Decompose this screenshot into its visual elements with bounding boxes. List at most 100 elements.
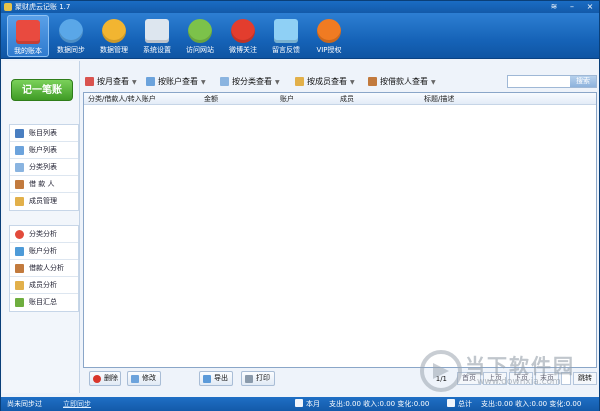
- column-header-3[interactable]: 成员: [340, 93, 354, 105]
- records-table: 分类/借款人/转入账户 金额 账户 成员 标题/描述: [83, 92, 597, 368]
- total-summary: 总计: [447, 397, 472, 411]
- filter-button-2[interactable]: 按分类查看 ▼: [220, 75, 280, 88]
- borrower-icon: [368, 77, 377, 86]
- column-header-2[interactable]: 账户: [280, 93, 294, 105]
- export-icon: [203, 375, 211, 383]
- toolbar-button-label: 留言反馈: [272, 46, 300, 54]
- sidebar-item-label: 成员管理: [29, 197, 57, 205]
- globe-icon: [188, 19, 212, 43]
- toolbar-button-4[interactable]: 访问网站: [179, 15, 221, 57]
- sidebar-item-summary[interactable]: 账目汇总: [10, 294, 78, 311]
- print-icon: [245, 375, 253, 383]
- filter-button-0[interactable]: 按月查看 ▼: [85, 75, 137, 88]
- month-label: 本月: [306, 400, 320, 408]
- sidebar-item-label: 分类分析: [29, 230, 57, 238]
- sidebar-item-account-analysis[interactable]: 账户分析: [10, 243, 78, 260]
- sidebar-item-label: 账户列表: [29, 146, 57, 154]
- calendar-icon: [295, 399, 303, 407]
- sidebar-item-label: 分类列表: [29, 163, 57, 171]
- sidebar: 记一笔账 账目列表账户列表分类列表借 款 人成员管理 分类分析账户分析借款人分析…: [3, 61, 80, 393]
- sync-icon: [59, 19, 83, 43]
- wifi-icon[interactable]: ≋: [549, 1, 559, 13]
- close-icon[interactable]: ×: [585, 1, 595, 13]
- toolbar-button-label: 数据管理: [100, 46, 128, 54]
- new-entry-button[interactable]: 记一笔账: [11, 79, 73, 101]
- edit-icon: [131, 375, 139, 383]
- sync-now-link[interactable]: 立即同步: [63, 397, 91, 411]
- total-stats: 支出:0.00 收入:0.00 变化:0.00: [481, 400, 582, 408]
- filter-label: 按账户查看: [158, 77, 198, 86]
- app-window: 聚财虎云记账 1.7 ≋ – × 我的账本 数据同步 数据管理 系统设置 访问网站 微博关…: [0, 0, 600, 411]
- minimize-icon[interactable]: –: [567, 1, 577, 13]
- print-label: 打印: [256, 374, 270, 382]
- toolbar-button-2[interactable]: 数据管理: [93, 15, 135, 57]
- message-icon: [274, 19, 298, 43]
- sync-status-text: 尚未同步过: [7, 400, 42, 408]
- category-icon: [220, 77, 229, 86]
- sidebar-item-member-analysis[interactable]: 成员分析: [10, 277, 78, 294]
- export-label: 导出: [214, 374, 228, 382]
- sidebar-item-borrower-analysis[interactable]: 借款人分析: [10, 260, 78, 277]
- print-button[interactable]: 打印: [241, 371, 275, 386]
- summary-icon: [447, 399, 455, 407]
- toolbar-button-label: 数据同步: [57, 46, 85, 54]
- column-header-0[interactable]: 分类/借款人/转入账户: [88, 93, 156, 105]
- title-bar: 聚财虎云记账 1.7 ≋ – ×: [1, 1, 599, 13]
- category-icon: [15, 163, 24, 172]
- watermark: 当下软件园 www.downxia.com: [419, 347, 589, 395]
- watermark-text: 当下软件园: [465, 354, 575, 378]
- gear-icon: [145, 19, 169, 43]
- sidebar-item-category[interactable]: 分类列表: [10, 159, 78, 176]
- sidebar-group-analysis: 分类分析账户分析借款人分析成员分析账目汇总: [9, 225, 79, 312]
- filter-label: 按分类查看: [232, 77, 272, 86]
- main-panel: 搜索 按月查看 ▼ 按账户查看 ▼ 按分类查看 ▼ 按成员查看 ▼ 按借款人查看 ▼ 分类/借款人…: [83, 61, 597, 393]
- toolbar-button-5[interactable]: 微博关注: [222, 15, 264, 57]
- status-bar: 尚未同步过 立即同步 本月 支出:0.00 收入:0.00 变化:0.00 总计…: [1, 397, 599, 411]
- sidebar-item-label: 账目汇总: [29, 298, 57, 306]
- edit-button[interactable]: 修改: [127, 371, 161, 386]
- column-header-4[interactable]: 标题/描述: [424, 93, 454, 105]
- sidebar-item-member[interactable]: 成员管理: [10, 193, 78, 210]
- borrower-analysis-icon: [15, 264, 24, 273]
- filter-button-3[interactable]: 按成员查看 ▼: [295, 75, 355, 88]
- toolbar-button-3[interactable]: 系统设置: [136, 15, 178, 57]
- sidebar-item-borrower[interactable]: 借 款 人: [10, 176, 78, 193]
- edit-label: 修改: [142, 374, 156, 382]
- delete-button[interactable]: 删除: [89, 371, 121, 386]
- table-header: 分类/借款人/转入账户 金额 账户 成员 标题/描述: [84, 93, 596, 105]
- main-toolbar: 我的账本 数据同步 数据管理 系统设置 访问网站 微博关注 留言反馈 VIP授权: [1, 13, 599, 59]
- list-icon: [15, 129, 24, 138]
- search-input[interactable]: [508, 76, 572, 87]
- sidebar-item-list[interactable]: 账目列表: [10, 125, 78, 142]
- account-icon: [15, 146, 24, 155]
- filter-button-1[interactable]: 按账户查看 ▼: [146, 75, 206, 88]
- delete-icon: [93, 375, 101, 383]
- sidebar-item-label: 借款人分析: [29, 264, 64, 272]
- watermark-url: www.downxia.com: [477, 377, 561, 387]
- sidebar-item-label: 成员分析: [29, 281, 57, 289]
- chevron-down-icon: ▼: [431, 79, 436, 86]
- month-summary: 本月: [295, 397, 320, 411]
- sidebar-item-account[interactable]: 账户列表: [10, 142, 78, 159]
- toolbar-button-1[interactable]: 数据同步: [50, 15, 92, 57]
- toolbar-button-6[interactable]: 留言反馈: [265, 15, 307, 57]
- yen-icon: [317, 19, 341, 43]
- toolbar-button-7[interactable]: VIP授权: [308, 15, 350, 57]
- window-title: 聚财虎云记账 1.7: [15, 3, 71, 11]
- sidebar-group-lists: 账目列表账户列表分类列表借 款 人成员管理: [9, 124, 79, 211]
- app-logo-icon: [4, 3, 12, 11]
- column-header-1[interactable]: 金额: [204, 93, 218, 105]
- delete-label: 删除: [104, 374, 118, 382]
- search-box: 搜索: [507, 75, 597, 88]
- filter-button-4[interactable]: 按借款人查看 ▼: [368, 75, 436, 88]
- sidebar-item-pie-chart[interactable]: 分类分析: [10, 226, 78, 243]
- toolbar-button-0[interactable]: 我的账本: [7, 15, 49, 57]
- member-icon: [295, 77, 304, 86]
- toolbar-button-label: 访问网站: [186, 46, 214, 54]
- export-button[interactable]: 导出: [199, 371, 233, 386]
- search-button[interactable]: 搜索: [570, 76, 596, 87]
- sidebar-item-label: 账户分析: [29, 247, 57, 255]
- filter-bar: 搜索 按月查看 ▼ 按账户查看 ▼ 按分类查看 ▼ 按成员查看 ▼ 按借款人查看 ▼: [83, 73, 597, 89]
- member-analysis-icon: [15, 281, 24, 290]
- book-icon: [16, 20, 40, 44]
